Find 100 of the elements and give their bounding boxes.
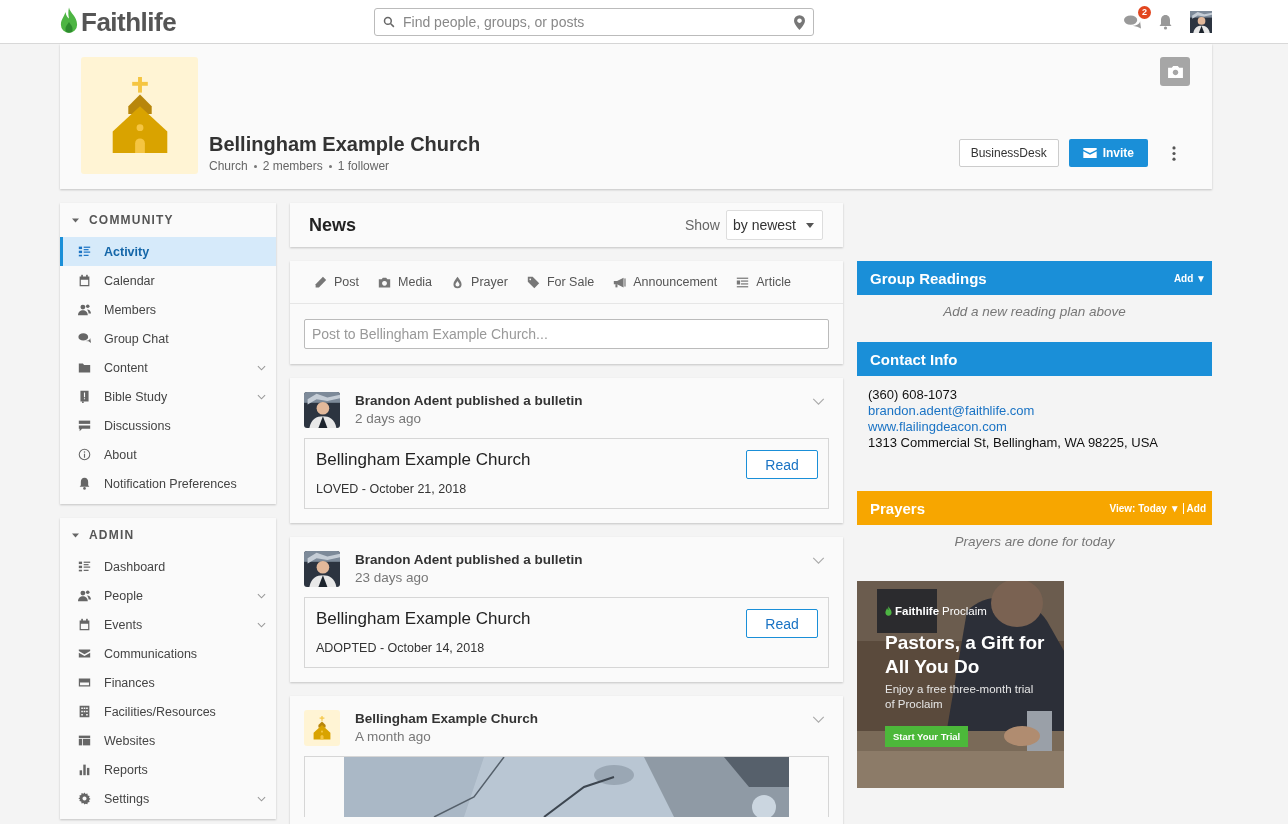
- pencil-icon: [314, 275, 327, 289]
- section-title: COMMUNITY: [89, 213, 174, 227]
- chevron-icon: [257, 621, 266, 628]
- messages-icon[interactable]: [1124, 14, 1141, 30]
- sidebar-item[interactable]: Finances: [60, 668, 276, 697]
- sort-dropdown[interactable]: by newest: [725, 210, 823, 240]
- post-headline: Brandon Adent published a bulletin: [355, 393, 584, 408]
- tag-icon: [526, 275, 540, 289]
- post-headline: Bellingham Example Church: [355, 711, 540, 726]
- sidebar-item[interactable]: Calendar: [60, 266, 276, 295]
- sidebar-item[interactable]: Websites: [60, 726, 276, 755]
- chevron-icon[interactable]: [812, 398, 825, 405]
- chevron-icon[interactable]: [812, 557, 825, 564]
- sidebar-item[interactable]: Group Chat: [60, 324, 276, 353]
- ad-brand-name: Faithlife: [895, 605, 940, 617]
- businessdesk-button[interactable]: BusinessDesk: [958, 139, 1059, 167]
- post-input-field[interactable]: Post to Bellingham Example Church...: [304, 319, 829, 349]
- camera-icon: [1167, 65, 1183, 78]
- change-cover-photo-button[interactable]: [1160, 57, 1190, 86]
- caret-icon: [806, 222, 814, 228]
- bulletin-title: Bellingham Example Church: [316, 609, 531, 629]
- people-icon: [78, 589, 91, 602]
- credit-card-icon: [78, 676, 91, 689]
- group-name: Bellingham Example Church: [209, 133, 481, 156]
- empty-message: Add a new reading plan above: [942, 303, 1127, 321]
- group-meta-text[interactable]: 2 members: [262, 159, 323, 173]
- camera-icon: [378, 275, 391, 289]
- section-title: ADMIN: [89, 528, 135, 542]
- megaphone-icon: [613, 275, 627, 289]
- sidebar-item[interactable]: Members: [60, 295, 276, 324]
- bell-icon: [78, 477, 91, 490]
- caret-icon[interactable]: [72, 532, 79, 538]
- chevron-icon: [257, 364, 266, 371]
- invite-button[interactable]: Invite: [1068, 139, 1148, 167]
- sidebar-item[interactable]: Facilities/Resources: [60, 697, 276, 726]
- sidebar-item[interactable]: Communications: [60, 639, 276, 668]
- settings-icon: [78, 792, 91, 805]
- location-pin-icon[interactable]: [794, 14, 805, 30]
- drop-icon: [451, 275, 465, 289]
- news-title: News: [309, 214, 357, 236]
- widget-title: Group Readings: [870, 269, 987, 287]
- sidebar-item[interactable]: About: [60, 440, 276, 469]
- empty-message: Prayers are done for today: [953, 533, 1116, 551]
- composer-tab[interactable]: Announcement: [613, 275, 718, 289]
- folder-icon: [78, 361, 91, 374]
- website-link[interactable]: www.flailingdeacon.com: [868, 419, 1201, 435]
- sidebar-item[interactable]: Dashboard: [60, 552, 276, 581]
- sidebar-item[interactable]: Reports: [60, 755, 276, 784]
- envelope-icon: [78, 647, 91, 660]
- book-icon: [78, 390, 91, 403]
- envelope-icon: [1082, 148, 1097, 158]
- bar-chart-icon: [78, 763, 91, 776]
- list-icon: [78, 245, 91, 258]
- chevron-icon: [257, 795, 266, 802]
- sidebar-item[interactable]: Content: [60, 353, 276, 382]
- post-time[interactable]: 23 days ago: [355, 570, 797, 585]
- logo-text[interactable]: Faithlife: [81, 6, 177, 38]
- sidebar-item[interactable]: Bible Study: [60, 382, 276, 411]
- composer-tab[interactable]: Media: [378, 275, 433, 289]
- ad-headline: Pastors, a Gift for All You Do: [885, 631, 1045, 679]
- email-link[interactable]: brandon.adent@faithlife.com: [868, 403, 1201, 419]
- notification-badge: 2: [1138, 6, 1151, 19]
- address-text: 1313 Commercial St, Bellingham, WA 98225, USA: [868, 435, 1159, 451]
- read-button[interactable]: Read: [746, 450, 818, 479]
- post-time[interactable]: A month ago: [355, 729, 797, 744]
- flame-icon: [885, 605, 892, 617]
- composer-tab[interactable]: Article: [736, 275, 791, 289]
- search-input-field[interactable]: Find people, groups, or posts: [403, 14, 786, 30]
- phone-number: (360) 608-1073: [868, 387, 958, 403]
- layout-icon: [78, 734, 91, 747]
- bulletin-title: Bellingham Example Church: [316, 450, 531, 470]
- sidebar-item[interactable]: Activity: [60, 237, 276, 266]
- post-headline: Brandon Adent published a bulletin: [355, 552, 584, 567]
- list-icon: [78, 560, 91, 573]
- search-bar[interactable]: Find people, groups, or posts: [374, 8, 814, 36]
- composer-tab[interactable]: Post: [314, 275, 359, 289]
- widget-title: Prayers: [870, 499, 926, 517]
- caret-icon[interactable]: [72, 217, 79, 223]
- chevron-icon: [257, 592, 266, 599]
- bulletin-date: ADOPTED - October 14, 2018: [316, 641, 486, 655]
- ad-product-name: Proclaim: [942, 605, 987, 617]
- composer-tab[interactable]: Prayer: [451, 275, 508, 289]
- advertisement-banner[interactable]: Faithlife Proclaim Pastors, a Gift for All You Do Enjoy a free three-month trial of Proclaim Start Your Trial: [857, 581, 1064, 788]
- sidebar-item[interactable]: Settings: [60, 784, 276, 813]
- widget-title: Contact Info: [870, 350, 958, 368]
- chevron-icon[interactable]: [812, 716, 825, 723]
- sidebar-item[interactable]: Notification Preferences: [60, 469, 276, 498]
- more-options-icon[interactable]: [1172, 145, 1176, 161]
- people-icon: [78, 303, 91, 316]
- composer-tab[interactable]: For Sale: [526, 275, 595, 289]
- widget-action-link[interactable]: Add ▼: [1173, 272, 1206, 284]
- read-button[interactable]: Read: [746, 609, 818, 638]
- bell-icon[interactable]: [1157, 14, 1174, 30]
- post-time[interactable]: 2 days ago: [355, 411, 797, 426]
- group-meta-text[interactable]: 1 follower: [337, 159, 390, 173]
- bulletin-date: LOVED - October 21, 2018: [316, 482, 468, 496]
- calendar-icon: [78, 618, 91, 631]
- sidebar-item[interactable]: People: [60, 581, 276, 610]
- sidebar-item[interactable]: Events: [60, 610, 276, 639]
- sidebar-item[interactable]: Discussions: [60, 411, 276, 440]
